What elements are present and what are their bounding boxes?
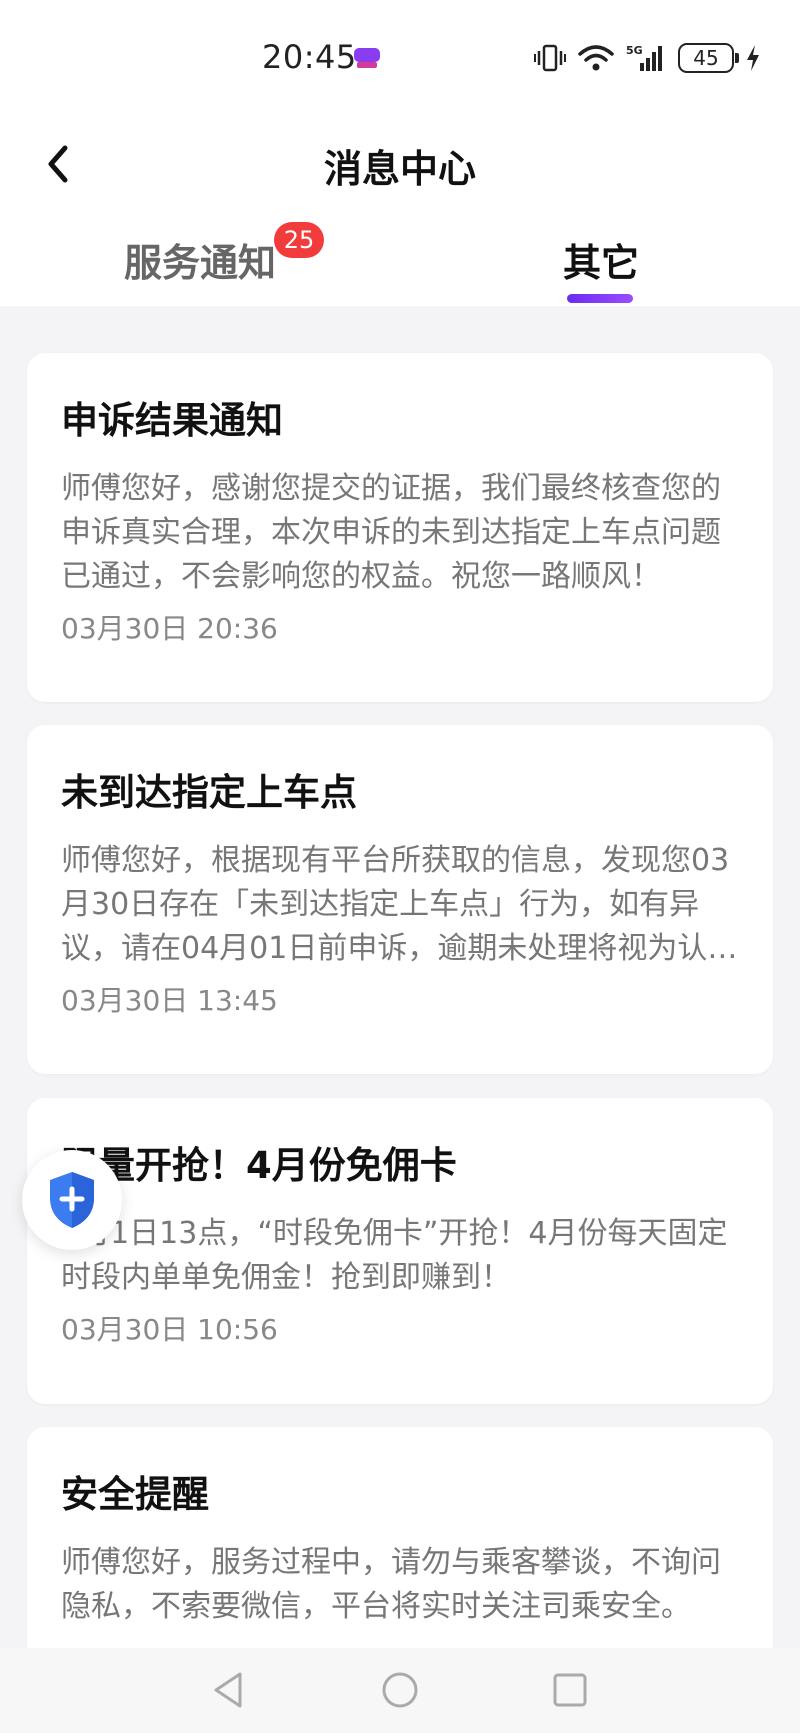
cellular-signal-icon: 5G (626, 43, 666, 73)
message-body: 师傅您好，感谢您提交的证据，我们最终核查您的申诉真实合理，本次申诉的未到达指定上… (61, 471, 721, 594)
message-body: 师傅您好，服务过程中，请勿与乘客攀谈，不询问隐私，不索要微信，平台将实时关注司乘… (61, 1545, 721, 1624)
message-title: 申诉结果通知 (61, 399, 283, 442)
triangle-back-icon (214, 1672, 242, 1708)
top-header-area: 20:45 5G 45 消息中心 服务通知 25 其它 (0, 0, 800, 306)
floating-safety-button[interactable] (22, 1150, 122, 1250)
unread-count-badge: 25 (274, 222, 324, 258)
battery-indicator: 45 (678, 43, 739, 73)
message-title: 安全提醒 (61, 1473, 209, 1516)
system-navigation-bar (0, 1648, 800, 1733)
message-title: 限量开抢！4月份免佣卡 (61, 1144, 457, 1187)
app-notification-icon (352, 44, 382, 70)
system-home-button[interactable] (378, 1668, 422, 1712)
message-time: 03月30日 10:56 (61, 1313, 278, 1346)
message-title: 未到达指定上车点 (61, 771, 357, 814)
message-card[interactable]: 申诉结果通知 师傅您好，感谢您提交的证据，我们最终核查您的申诉真实合理，本次申诉… (27, 353, 773, 702)
tab-bar: 服务通知 25 其它 (0, 222, 800, 306)
navigation-bar: 消息中心 (0, 122, 800, 202)
shield-plus-icon (50, 1172, 94, 1228)
circle-home-icon (382, 1672, 418, 1708)
system-back-button[interactable] (206, 1668, 250, 1712)
status-bar: 20:45 5G 45 (0, 30, 800, 86)
message-body: 4月1日13点，“时段免佣卡”开抢！4月份每天固定时段内单单免佣金！抢到即赚到！ (61, 1216, 728, 1295)
wifi-icon (578, 44, 614, 72)
message-time: 03月30日 20:36 (61, 612, 278, 645)
message-body: 师傅您好，根据现有平台所获取的信息，发现您03月30日存在「未到达指定上车点」行… (61, 843, 730, 966)
message-card[interactable]: 未到达指定上车点 师傅您好，根据现有平台所获取的信息，发现您03月30日存在「未… (27, 725, 773, 1074)
active-tab-indicator (567, 294, 633, 303)
page-title: 消息中心 (323, 147, 476, 191)
square-recent-icon (553, 1673, 587, 1707)
tab-other[interactable]: 其它 (563, 232, 639, 287)
message-card[interactable]: 限量开抢！4月份免佣卡 4月1日13点，“时段免佣卡”开抢！4月份每天固定时段内… (27, 1098, 773, 1404)
message-time: 03月30日 13:45 (61, 984, 278, 1017)
battery-level: 45 (693, 46, 719, 70)
tab-service-notification[interactable]: 服务通知 (124, 232, 276, 287)
status-time: 20:45 (262, 38, 357, 76)
vibrate-icon (534, 43, 566, 73)
charging-icon (746, 44, 760, 72)
svg-text:5G: 5G (626, 44, 643, 57)
status-icons: 5G 45 (534, 40, 760, 76)
system-recent-apps-button[interactable] (548, 1668, 592, 1712)
